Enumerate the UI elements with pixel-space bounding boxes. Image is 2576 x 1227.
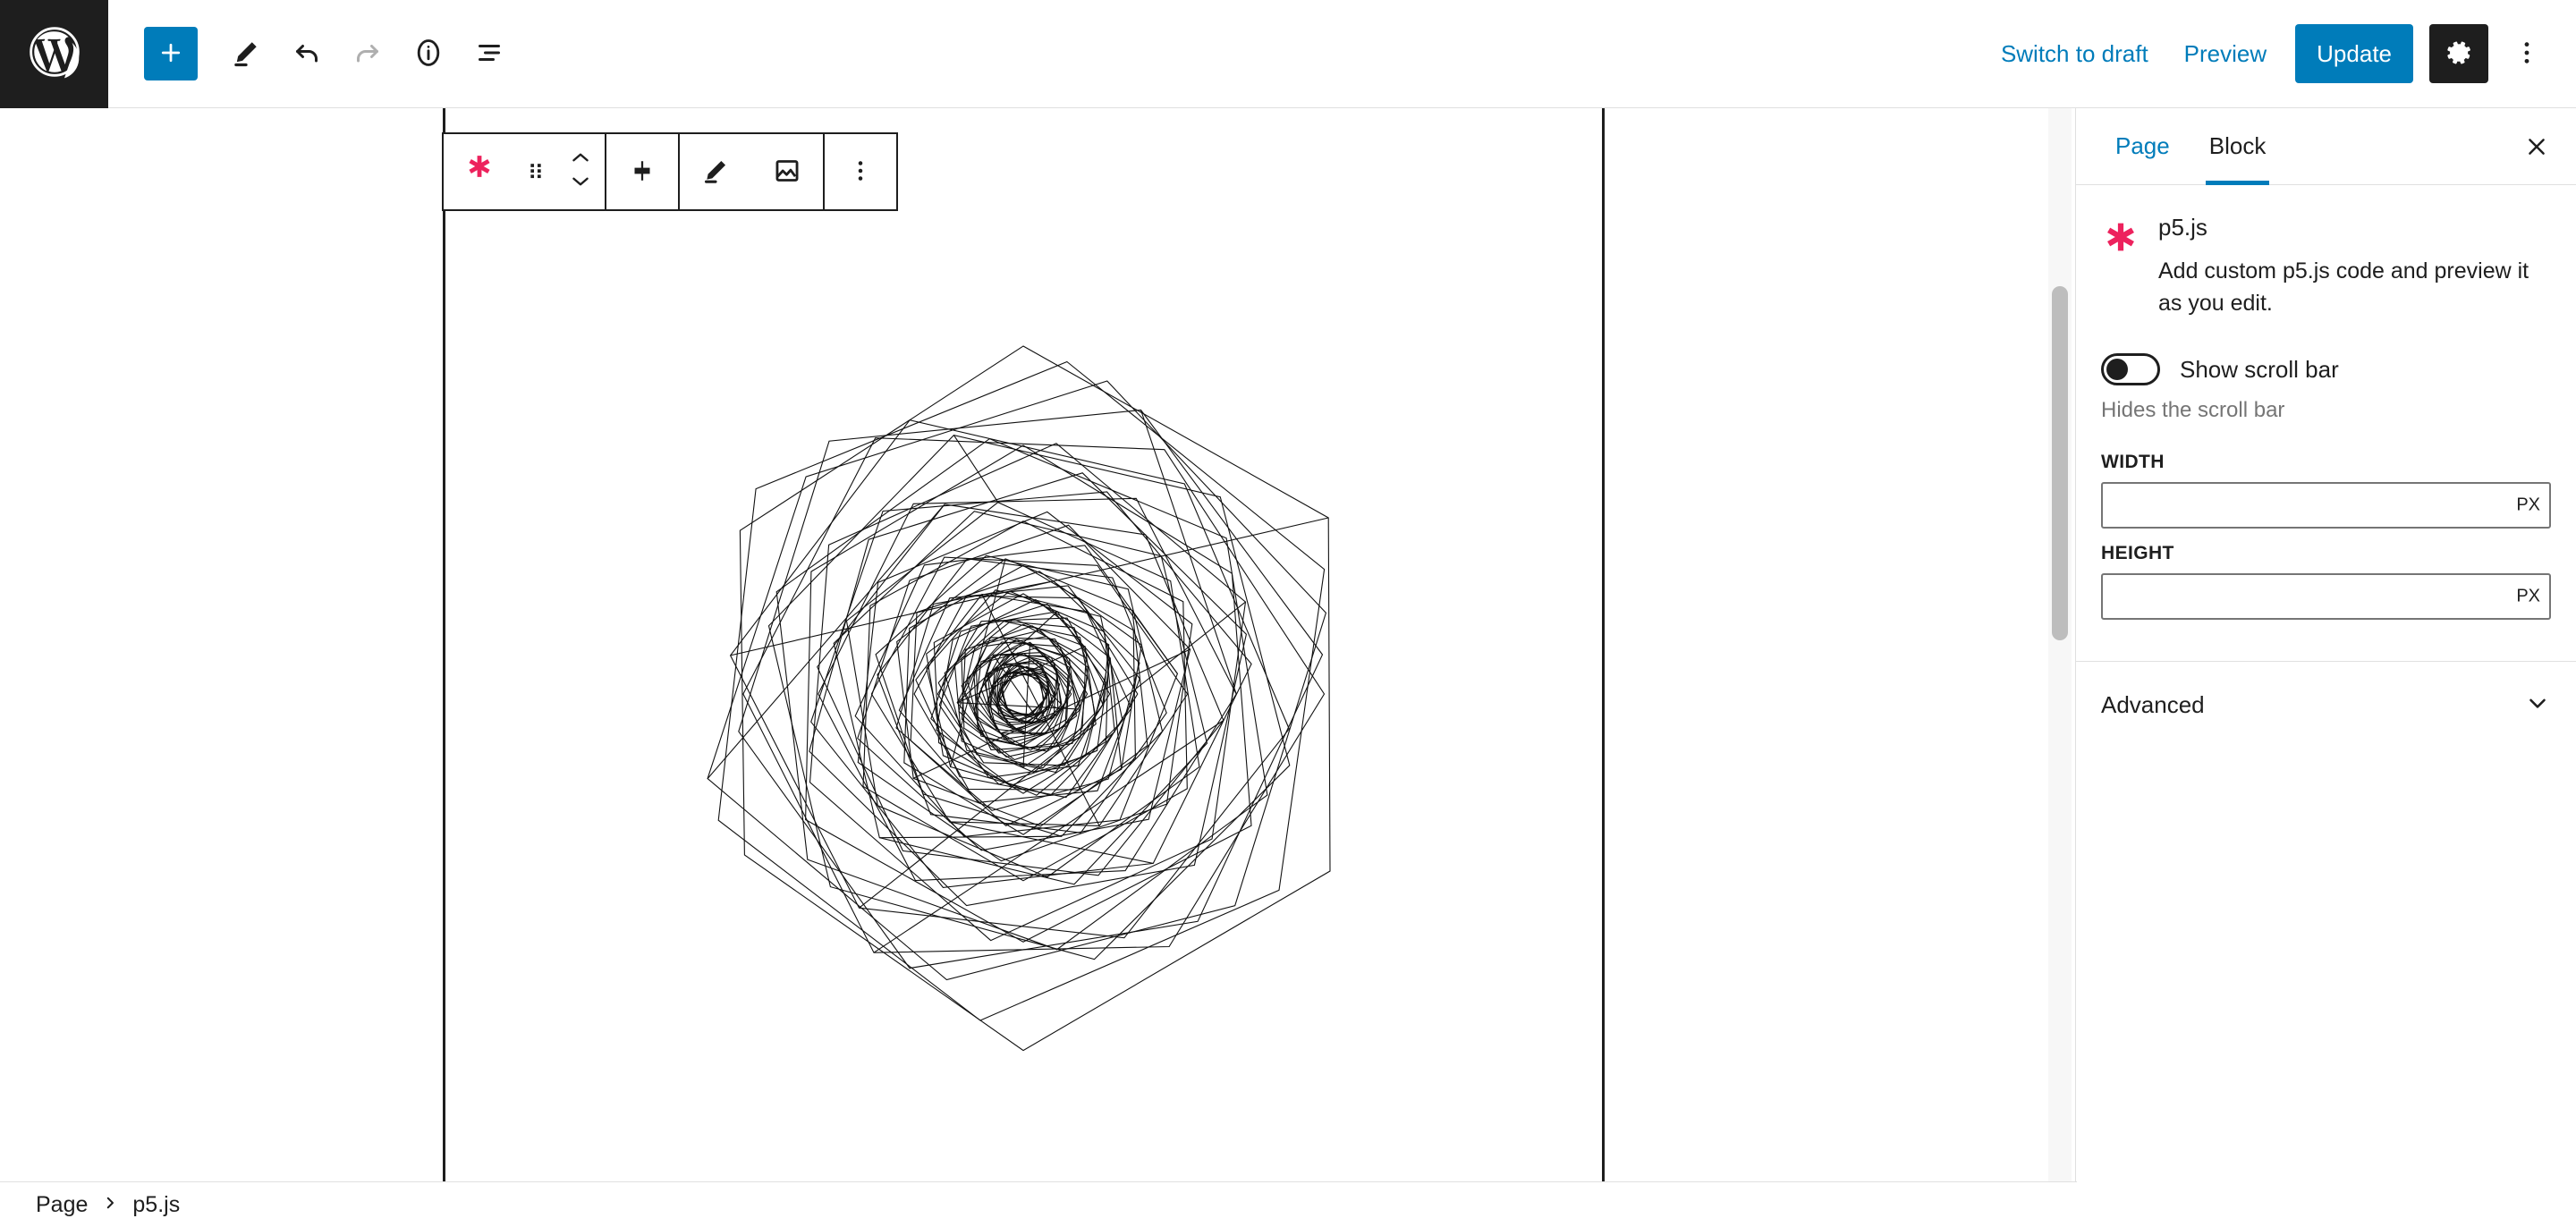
drag-handle-button[interactable] <box>515 134 556 209</box>
pencil-icon <box>230 37 262 72</box>
settings-sidebar: Page Block p5.js Add custom p5.js code a… <box>2075 108 2576 1227</box>
toggle-knob <box>2106 359 2128 380</box>
plus-icon <box>157 39 184 69</box>
editor-scrollbar-track[interactable] <box>2048 108 2072 1181</box>
undo-arrow-icon <box>291 37 323 72</box>
breadcrumb-item-page[interactable]: Page <box>36 1192 88 1218</box>
block-description: Add custom p5.js code and preview it as … <box>2158 258 2529 316</box>
width-label: WIDTH <box>2101 452 2165 472</box>
block-title: p5.js <box>2158 214 2207 241</box>
block-type-button[interactable] <box>444 134 515 209</box>
block-toolbar <box>442 132 898 211</box>
show-scroll-bar-row: Show scroll bar <box>2076 344 2576 385</box>
wp-block-editor: Switch to draft Preview Update Page Bloc… <box>0 0 2576 1227</box>
edit-code-button[interactable] <box>680 134 751 209</box>
block-toolbar-group-type <box>444 134 605 209</box>
width-input-wrap[interactable]: PX <box>2101 482 2551 529</box>
height-label: HEIGHT <box>2101 543 2174 563</box>
redo-button[interactable] <box>337 23 398 84</box>
show-scroll-bar-toggle[interactable] <box>2101 353 2160 385</box>
preview-mode-button[interactable] <box>751 134 823 209</box>
kebab-vertical-icon <box>2512 38 2542 71</box>
editor-canvas-area <box>0 108 2077 1181</box>
breadcrumb-item-block[interactable]: p5.js <box>132 1192 180 1218</box>
block-options-button[interactable] <box>825 134 896 209</box>
width-unit: PX <box>2516 495 2540 515</box>
show-scroll-bar-label: Show scroll bar <box>2180 355 2339 383</box>
close-x-icon <box>2524 134 2549 162</box>
image-icon <box>772 156 802 189</box>
show-scroll-bar-help: Hides the scroll bar <box>2101 398 2285 422</box>
wordpress-logo-icon <box>27 24 82 84</box>
header-left-tools <box>108 23 520 84</box>
block-movers[interactable] <box>556 134 605 209</box>
list-view-icon <box>473 37 505 72</box>
advanced-panel-toggle[interactable]: Advanced <box>2076 662 2576 748</box>
p5js-sketch-canvas[interactable] <box>445 211 1602 1179</box>
close-sidebar-button[interactable] <box>2517 128 2556 167</box>
tools-button[interactable] <box>216 23 276 84</box>
editor-header: Switch to draft Preview Update <box>0 0 2576 108</box>
block-info-card: p5.js Add custom p5.js code and preview … <box>2076 185 2576 344</box>
width-field-group: WIDTH PX <box>2076 423 2576 529</box>
details-button[interactable] <box>398 23 459 84</box>
redo-arrow-icon <box>352 37 384 72</box>
tab-page[interactable]: Page <box>2096 108 2190 185</box>
p5js-asterisk-icon <box>2101 214 2140 319</box>
height-input[interactable] <box>2103 575 2549 618</box>
switch-to-draft-button[interactable]: Switch to draft <box>1983 30 2166 79</box>
settings-button[interactable] <box>2429 24 2488 83</box>
editor-scrollbar-thumb[interactable] <box>2052 286 2068 640</box>
breadcrumb: Page p5.js <box>0 1181 2077 1227</box>
chevron-down-icon <box>2524 690 2551 721</box>
more-options-button[interactable] <box>2497 24 2556 83</box>
block-toolbar-group-align <box>605 134 678 209</box>
drag-dots-icon <box>521 156 551 189</box>
hexagon-spiral-artwork <box>707 345 1331 1052</box>
height-input-wrap[interactable]: PX <box>2101 573 2551 620</box>
undo-button[interactable] <box>276 23 337 84</box>
list-view-button[interactable] <box>459 23 520 84</box>
advanced-label: Advanced <box>2101 690 2205 718</box>
chevron-down-icon[interactable] <box>569 173 592 194</box>
info-circle-icon <box>412 37 445 72</box>
tab-block[interactable]: Block <box>2190 108 2286 185</box>
chevron-right-icon <box>102 1195 118 1215</box>
block-info-text: p5.js Add custom p5.js code and preview … <box>2158 214 2551 319</box>
sidebar-tabs: Page Block <box>2076 108 2576 185</box>
p5js-asterisk-icon <box>459 151 500 192</box>
preview-button[interactable]: Preview <box>2166 30 2284 79</box>
height-unit: PX <box>2516 586 2540 606</box>
align-center-icon <box>627 156 657 189</box>
chevron-up-icon[interactable] <box>569 149 592 170</box>
block-toolbar-group-more <box>823 134 896 209</box>
align-button[interactable] <box>606 134 678 209</box>
block-toolbar-group-mode <box>678 134 823 209</box>
gear-icon <box>2444 38 2474 71</box>
kebab-vertical-icon <box>845 156 876 189</box>
wordpress-logo-button[interactable] <box>0 0 108 108</box>
height-field-group: HEIGHT PX <box>2076 529 2576 620</box>
add-block-button[interactable] <box>144 27 198 80</box>
pencil-icon <box>700 156 731 189</box>
header-right-tools: Switch to draft Preview Update <box>1983 24 2576 83</box>
update-button[interactable]: Update <box>2295 24 2413 83</box>
width-input[interactable] <box>2103 484 2549 527</box>
